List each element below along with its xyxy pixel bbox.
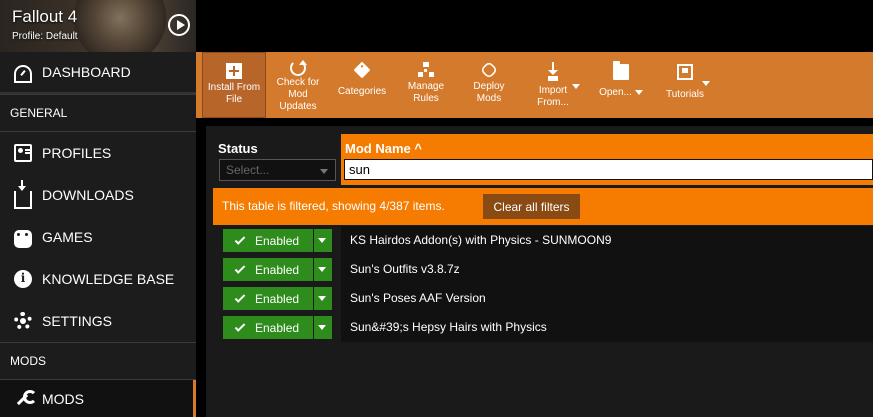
plus-icon: [226, 63, 242, 79]
chevron-down-icon: [318, 238, 326, 243]
filter-message: This table is filtered, showing 4/387 it…: [222, 199, 445, 213]
sidebar-item-knowledge-base[interactable]: KNOWLEDGE BASE: [0, 258, 196, 300]
section-general: GENERAL: [0, 94, 196, 132]
chevron-down-icon: [318, 267, 326, 272]
sidebar-item-label: DASHBOARD: [42, 64, 131, 80]
open-button[interactable]: Open...: [592, 52, 650, 118]
toolbar: Install From File Check for Mod Updates …: [196, 52, 873, 118]
profile-label: Profile: Default: [12, 31, 78, 42]
status-dropdown-button[interactable]: [314, 258, 332, 281]
install-from-file-button[interactable]: Install From File: [202, 52, 266, 118]
mod-name-cell: Sun's Outfits v3.8.7z: [350, 262, 460, 276]
hierarchy-icon: [418, 62, 434, 78]
table-row[interactable]: Enabled Sun&#39;s Hepsy Hairs with Physi…: [213, 313, 873, 342]
tag-icon: [353, 61, 371, 79]
enabled-status-button[interactable]: Enabled: [223, 229, 313, 252]
status-column-header[interactable]: Status: [218, 141, 258, 156]
chevron-down-icon: [318, 296, 326, 301]
game-title: Fallout 4: [12, 7, 78, 26]
sidebar-item-label: DOWNLOADS: [42, 187, 134, 203]
mod-name-cell: KS Hairdos Addon(s) with Physics - SUNMO…: [350, 233, 612, 247]
status-filter-select[interactable]: Select...: [219, 159, 336, 181]
video-icon: [677, 64, 693, 80]
sidebar-item-settings[interactable]: SETTINGS: [0, 300, 196, 342]
table-row[interactable]: Enabled KS Hairdos Addon(s) with Physics…: [213, 226, 873, 255]
table-row[interactable]: Enabled Sun's Outfits v3.8.7z: [213, 255, 873, 284]
import-from-button[interactable]: Import From...: [526, 52, 580, 118]
gear-icon: [14, 312, 32, 330]
chevron-down-icon: [318, 325, 326, 330]
status-dropdown-button[interactable]: [314, 229, 332, 252]
deploy-mods-button[interactable]: Deploy Mods: [462, 52, 516, 118]
check-icon: [234, 320, 246, 332]
chevron-down-icon: [320, 169, 328, 174]
sidebar-item-dashboard[interactable]: DASHBOARD: [0, 52, 196, 94]
game-artwork: [70, 0, 170, 52]
mod-name-cell: Sun's Poses AAF Version: [350, 291, 486, 305]
mod-name-sort-label[interactable]: Mod Name ^: [345, 141, 422, 156]
sidebar-item-label: PROFILES: [42, 145, 112, 161]
manage-rules-button[interactable]: Manage Rules: [398, 52, 454, 118]
wrench-icon: [14, 389, 37, 408]
game-header: Fallout 4 Profile: Default: [0, 0, 196, 52]
enabled-status-button[interactable]: Enabled: [223, 258, 313, 281]
sidebar-item-label: MODS: [42, 390, 84, 407]
section-mods: MODS: [0, 342, 196, 380]
check-icon: [234, 262, 246, 274]
sidebar-item-mods[interactable]: MODS: [0, 380, 196, 417]
sidebar-item-games[interactable]: GAMES: [0, 216, 196, 258]
status-dropdown-button[interactable]: [314, 316, 332, 339]
gamepad-icon: [14, 230, 32, 248]
tutorials-button[interactable]: Tutorials: [656, 52, 714, 118]
mod-name-search-input[interactable]: [344, 159, 873, 180]
sidebar-item-downloads[interactable]: DOWNLOADS: [0, 174, 196, 216]
dashboard-icon: [14, 65, 32, 83]
chevron-down-icon: [572, 84, 580, 89]
download-icon: [14, 180, 32, 209]
sidebar-item-profiles[interactable]: PROFILES: [0, 132, 196, 174]
folder-icon: [613, 61, 629, 80]
check-icon: [234, 233, 246, 245]
chevron-down-icon: [702, 81, 710, 86]
play-icon[interactable]: [168, 14, 190, 36]
chevron-down-icon: [634, 89, 643, 95]
import-icon: [545, 62, 561, 78]
mod-name-cell: Sun&#39;s Hepsy Hairs with Physics: [350, 320, 547, 334]
sidebar-item-label: KNOWLEDGE BASE: [42, 271, 175, 287]
check-for-updates-button[interactable]: Check for Mod Updates: [270, 52, 326, 118]
link-icon: [479, 60, 499, 80]
info-icon: [14, 270, 32, 288]
profiles-icon: [14, 144, 32, 162]
refresh-icon: [290, 60, 307, 76]
categories-button[interactable]: Categories: [332, 52, 392, 118]
sidebar-item-label: SETTINGS: [42, 313, 113, 329]
sidebar-item-label: GAMES: [42, 229, 93, 245]
enabled-status-button[interactable]: Enabled: [223, 316, 313, 339]
table-row[interactable]: Enabled Sun's Poses AAF Version: [213, 284, 873, 313]
clear-filters-button[interactable]: Clear all filters: [483, 194, 580, 219]
status-dropdown-button[interactable]: [314, 287, 332, 310]
enabled-status-button[interactable]: Enabled: [223, 287, 313, 310]
check-icon: [234, 291, 246, 303]
